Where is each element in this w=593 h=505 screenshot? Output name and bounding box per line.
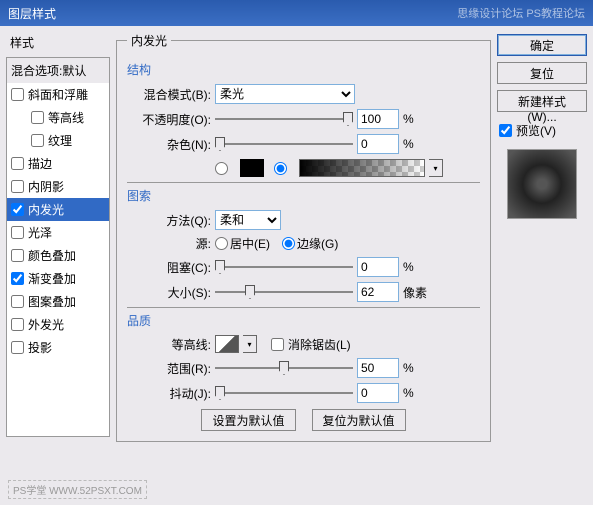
style-item-0[interactable]: 斜面和浮雕: [7, 83, 109, 106]
style-checkbox[interactable]: [11, 249, 24, 262]
titlebar: 图层样式 思缘设计论坛 PS教程论坛: [0, 0, 593, 26]
cancel-button[interactable]: 复位: [497, 62, 587, 84]
color-swatch[interactable]: [240, 159, 264, 177]
range-label: 范围(R):: [127, 360, 211, 377]
style-item-3[interactable]: 描边: [7, 152, 109, 175]
range-input[interactable]: [357, 358, 399, 378]
size-unit: 像素: [403, 284, 427, 301]
jitter-input[interactable]: [357, 383, 399, 403]
blend-options-defaults[interactable]: 混合选项:默认: [7, 58, 109, 83]
choke-slider[interactable]: [215, 258, 353, 276]
preview-thumbnail: [507, 149, 577, 219]
style-item-9[interactable]: 图案叠加: [7, 290, 109, 313]
style-checkbox[interactable]: [31, 111, 44, 124]
opacity-input[interactable]: [357, 109, 399, 129]
source-center-radio[interactable]: 居中(E): [215, 235, 270, 252]
blend-mode-select[interactable]: 柔光: [215, 84, 355, 104]
contour-swatch[interactable]: [215, 335, 239, 353]
style-item-11[interactable]: 投影: [7, 336, 109, 359]
style-item-label: 光泽: [28, 224, 52, 241]
window-title: 图层样式: [8, 5, 56, 22]
gradient-swatch[interactable]: [299, 159, 425, 177]
style-item-6[interactable]: 光泽: [7, 221, 109, 244]
opacity-slider[interactable]: [215, 110, 353, 128]
style-checkbox[interactable]: [11, 341, 24, 354]
style-checkbox[interactable]: [11, 203, 24, 216]
choke-label: 阻塞(C):: [127, 259, 211, 276]
technique-label: 方法(Q):: [127, 212, 211, 229]
gradient-dropdown-icon[interactable]: ▾: [429, 159, 443, 177]
contour-label: 等高线:: [127, 336, 211, 353]
style-item-label: 图案叠加: [28, 293, 76, 310]
source-edge-radio[interactable]: 边缘(G): [282, 235, 338, 252]
style-checkbox[interactable]: [11, 157, 24, 170]
choke-input[interactable]: [357, 257, 399, 277]
structure-legend: 结构: [127, 61, 480, 78]
technique-select[interactable]: 柔和: [215, 210, 281, 230]
style-item-label: 斜面和浮雕: [28, 86, 88, 103]
style-checkbox[interactable]: [11, 226, 24, 239]
inner-glow-group: 内发光 结构 混合模式(B): 柔光 不透明度(O): % 杂色(N): %: [116, 32, 491, 442]
style-item-10[interactable]: 外发光: [7, 313, 109, 336]
style-item-1[interactable]: 等高线: [7, 106, 109, 129]
new-style-button[interactable]: 新建样式(W)...: [497, 90, 587, 112]
style-item-label: 渐变叠加: [28, 270, 76, 287]
quality-legend: 品质: [127, 312, 480, 329]
style-item-label: 颜色叠加: [28, 247, 76, 264]
style-item-label: 外发光: [28, 316, 64, 333]
style-checkbox[interactable]: [31, 134, 44, 147]
percent-unit: %: [403, 112, 414, 126]
footer-watermark: PS学堂 WWW.52PSXT.COM: [8, 480, 147, 499]
style-item-label: 等高线: [48, 109, 84, 126]
jitter-slider[interactable]: [215, 384, 353, 402]
style-item-label: 纹理: [48, 132, 72, 149]
style-item-4[interactable]: 内阴影: [7, 175, 109, 198]
style-checkbox[interactable]: [11, 272, 24, 285]
elements-legend: 图索: [127, 187, 480, 204]
style-checkbox[interactable]: [11, 295, 24, 308]
source-label: 源:: [127, 235, 211, 252]
gradient-radio[interactable]: [274, 162, 287, 175]
preview-checkbox[interactable]: 预览(V): [499, 122, 585, 139]
style-item-5[interactable]: 内发光: [7, 198, 109, 221]
style-checkbox[interactable]: [11, 88, 24, 101]
opacity-label: 不透明度(O):: [127, 111, 211, 128]
noise-input[interactable]: [357, 134, 399, 154]
inner-glow-legend: 内发光: [127, 32, 171, 49]
style-item-label: 内阴影: [28, 178, 64, 195]
style-checkbox[interactable]: [11, 318, 24, 331]
style-item-8[interactable]: 渐变叠加: [7, 267, 109, 290]
range-slider[interactable]: [215, 359, 353, 377]
jitter-label: 抖动(J):: [127, 385, 211, 402]
ok-button[interactable]: 确定: [497, 34, 587, 56]
style-item-7[interactable]: 颜色叠加: [7, 244, 109, 267]
color-radio[interactable]: [215, 162, 228, 175]
watermark-right: 思缘设计论坛 PS教程论坛: [457, 5, 585, 21]
styles-list: 混合选项:默认 斜面和浮雕等高线纹理描边内阴影内发光光泽颜色叠加渐变叠加图案叠加…: [6, 57, 110, 437]
size-label: 大小(S):: [127, 284, 211, 301]
reset-default-button[interactable]: 复位为默认值: [312, 409, 406, 431]
style-item-2[interactable]: 纹理: [7, 129, 109, 152]
style-checkbox[interactable]: [11, 180, 24, 193]
size-slider[interactable]: [215, 283, 353, 301]
size-input[interactable]: [357, 282, 399, 302]
antialias-checkbox[interactable]: 消除锯齿(L): [271, 336, 351, 353]
set-default-button[interactable]: 设置为默认值: [201, 409, 295, 431]
style-item-label: 投影: [28, 339, 52, 356]
noise-slider[interactable]: [215, 135, 353, 153]
styles-header: 样式: [6, 32, 110, 53]
style-item-label: 内发光: [28, 201, 64, 218]
blend-mode-label: 混合模式(B):: [127, 86, 211, 103]
style-item-label: 描边: [28, 155, 52, 172]
contour-dropdown-icon[interactable]: ▾: [243, 335, 257, 353]
noise-label: 杂色(N):: [127, 136, 211, 153]
